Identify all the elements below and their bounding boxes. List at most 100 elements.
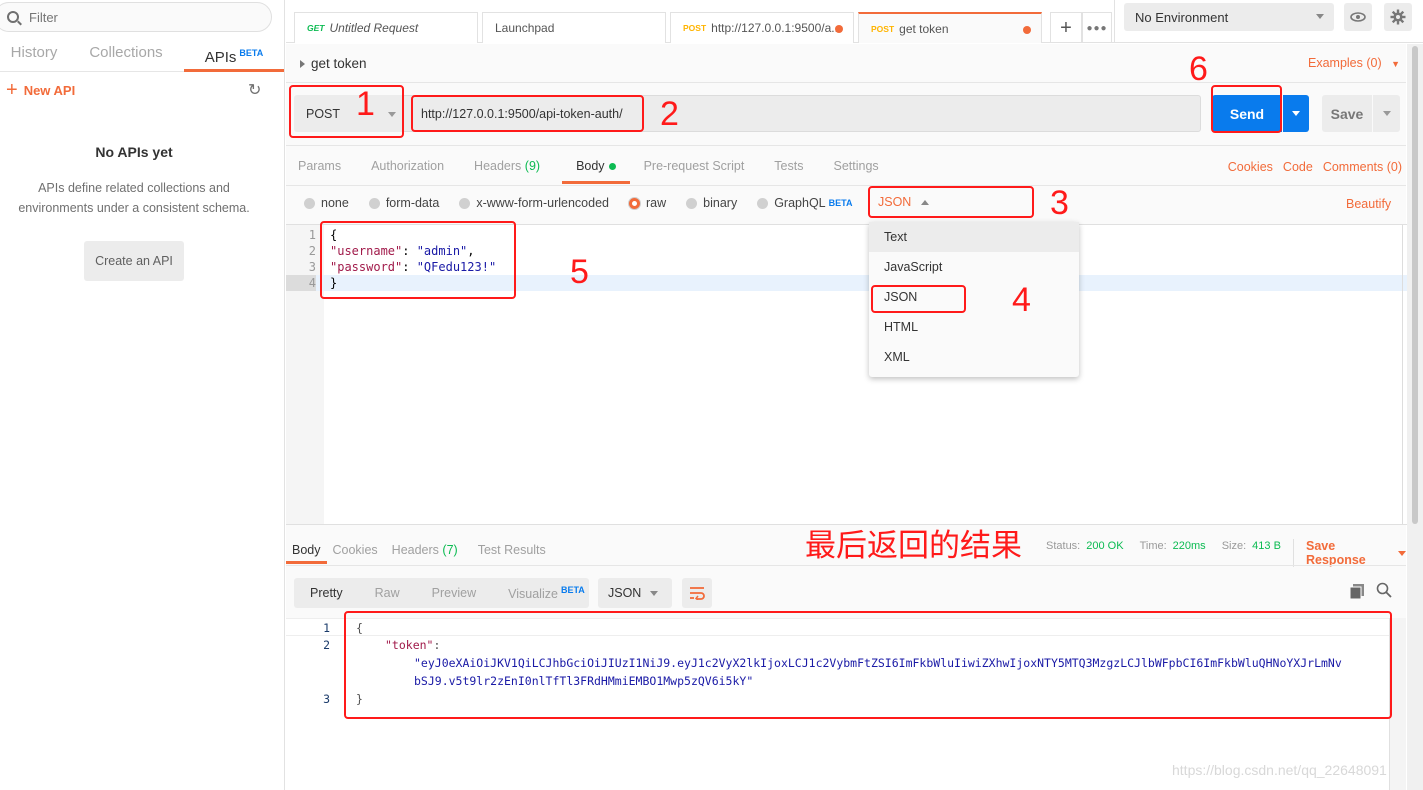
view-pretty[interactable]: Pretty xyxy=(294,586,359,600)
sidebar: History Collections APIsBETA + New API ↻… xyxy=(0,0,285,790)
tab-authorization[interactable]: Authorization xyxy=(353,146,456,184)
line-number: 3 xyxy=(308,260,316,274)
tab-label: Params xyxy=(298,159,342,173)
chevron-down-icon xyxy=(650,591,658,596)
wrap-lines-icon[interactable] xyxy=(682,578,712,608)
more-tabs-icon[interactable]: ●●● xyxy=(1082,12,1112,43)
create-api-button[interactable]: Create an API xyxy=(84,241,184,281)
request-body-editor[interactable]: 1 { 2 "username": "admin", 3 "password":… xyxy=(286,224,1412,525)
sidebar-tab-collections[interactable]: Collections xyxy=(68,36,184,72)
body-indicator-dot-icon xyxy=(608,163,616,171)
environment-select[interactable]: No Environment xyxy=(1124,3,1334,31)
tab-get-token[interactable]: POST get token xyxy=(858,12,1042,43)
code-text: "username": "admin", xyxy=(330,243,475,259)
eye-icon[interactable] xyxy=(1344,3,1372,31)
sidebar-tab-apis[interactable]: APIs BETA xyxy=(184,36,284,72)
method-badge: POST xyxy=(871,23,895,34)
save-options-button[interactable] xyxy=(1373,95,1400,132)
response-format-select[interactable]: JSON xyxy=(598,578,672,608)
chevron-down-icon xyxy=(388,112,396,117)
code-line: 1 { xyxy=(286,227,1412,243)
comments-link[interactable]: Comments (0) xyxy=(1323,160,1402,174)
response-tab-test-results[interactable]: Test Results xyxy=(464,534,552,564)
refresh-icon[interactable]: ↻ xyxy=(248,80,261,100)
radio-binary[interactable]: binary xyxy=(686,196,737,210)
tab-settings[interactable]: Settings xyxy=(815,146,890,184)
empty-state-title: No APIs yet xyxy=(95,144,173,160)
response-scrollbar[interactable] xyxy=(1389,618,1406,790)
send-options-button[interactable] xyxy=(1283,95,1309,132)
view-preview[interactable]: Preview xyxy=(416,586,492,600)
request-name[interactable]: get token xyxy=(300,56,367,71)
response-line: 3 } xyxy=(286,690,1390,708)
radio-form-data[interactable]: form-data xyxy=(368,196,440,210)
search-icon[interactable] xyxy=(1376,582,1392,601)
tab-label: get token xyxy=(899,21,949,36)
beta-badge: BETA xyxy=(239,48,264,58)
beautify-link[interactable]: Beautify xyxy=(1346,197,1391,211)
tab-label: Test Results xyxy=(477,543,546,557)
menu-item-xml[interactable]: XML xyxy=(869,342,1079,372)
radio-raw[interactable]: raw xyxy=(629,196,666,210)
tab-headers[interactable]: Headers (9) xyxy=(456,146,552,184)
filter-box[interactable] xyxy=(0,2,272,32)
method-select[interactable]: POST xyxy=(294,95,402,132)
time-value[interactable]: 220ms xyxy=(1173,540,1206,552)
status-label: Status: xyxy=(1046,540,1081,552)
response-tab-body[interactable]: Body xyxy=(286,534,327,564)
chevron-down-icon xyxy=(1382,111,1391,116)
status-value[interactable]: 200 OK xyxy=(1086,540,1123,552)
menu-item-json[interactable]: JSON xyxy=(869,282,1079,312)
radio-label: binary xyxy=(703,196,738,210)
new-tab-plus-icon[interactable]: + xyxy=(1050,12,1082,43)
line-number: 2 xyxy=(323,638,330,652)
size-label: Size: xyxy=(1221,540,1247,552)
radio-none[interactable]: none xyxy=(304,196,349,210)
tab-untitled-request[interactable]: GET Untitled Request xyxy=(294,12,478,43)
body-language-select[interactable]: JSON xyxy=(878,195,930,209)
response-tab-headers[interactable]: Headers (7) xyxy=(384,534,464,564)
radio-graphql[interactable]: GraphQL BETA xyxy=(757,196,852,210)
response-tab-cookies[interactable]: Cookies xyxy=(327,534,384,564)
request-tab-bar: GET Untitled Request Launchpad POST http… xyxy=(286,0,1423,43)
view-raw[interactable]: Raw xyxy=(359,586,416,600)
line-number: 3 xyxy=(323,692,330,706)
filter-input[interactable] xyxy=(29,9,229,25)
scrollbar-thumb[interactable] xyxy=(1412,46,1418,524)
tab-label: Untitled Request xyxy=(329,21,419,35)
request-links: Cookies Code Comments (0) xyxy=(1228,160,1402,174)
url-input[interactable] xyxy=(403,95,1201,132)
sidebar-tab-history[interactable]: History xyxy=(0,36,68,72)
save-response-button[interactable]: Save Response xyxy=(1293,539,1406,567)
view-visualize[interactable]: Visualize BETA xyxy=(492,585,601,601)
request-workspace: get token Examples (0) ▼ POST Send Save … xyxy=(286,44,1412,790)
tab-params[interactable]: Params xyxy=(286,146,353,184)
tab-tests[interactable]: Tests xyxy=(756,146,815,184)
chevron-down-icon xyxy=(1292,111,1300,116)
json-value: "admin" xyxy=(416,244,468,258)
headers-count: (7) xyxy=(442,543,458,557)
tab-launchpad[interactable]: Launchpad xyxy=(482,12,666,43)
menu-item-text[interactable]: Text xyxy=(869,222,1079,252)
cookies-link[interactable]: Cookies xyxy=(1228,160,1273,174)
menu-item-html[interactable]: HTML xyxy=(869,312,1079,342)
tab-body[interactable]: Body xyxy=(562,146,630,184)
gear-icon[interactable] xyxy=(1384,3,1412,31)
size-value[interactable]: 413 B xyxy=(1252,540,1281,552)
copy-icon[interactable] xyxy=(1349,584,1364,600)
json-sep: : xyxy=(402,260,417,274)
save-button[interactable]: Save xyxy=(1322,95,1372,132)
tab-pre-request-script[interactable]: Pre-request Script xyxy=(630,146,757,184)
code-link[interactable]: Code xyxy=(1283,160,1313,174)
main-scrollbar[interactable] xyxy=(1407,44,1423,790)
examples-dropdown[interactable]: Examples (0) ▼ xyxy=(1308,56,1400,70)
tab-label: Headers xyxy=(474,159,522,173)
radio-label: form-data xyxy=(385,196,440,210)
tab-post-url[interactable]: POST http://127.0.0.1:9500/a... xyxy=(670,12,854,43)
menu-item-javascript[interactable]: JavaScript xyxy=(869,252,1079,282)
send-button[interactable]: Send xyxy=(1212,95,1282,132)
new-api-button[interactable]: + New API xyxy=(6,80,75,100)
chevron-up-icon xyxy=(921,199,930,205)
method-badge: GET xyxy=(307,23,325,33)
radio-x-www-form-urlencoded[interactable]: x-www-form-urlencoded xyxy=(459,196,609,210)
